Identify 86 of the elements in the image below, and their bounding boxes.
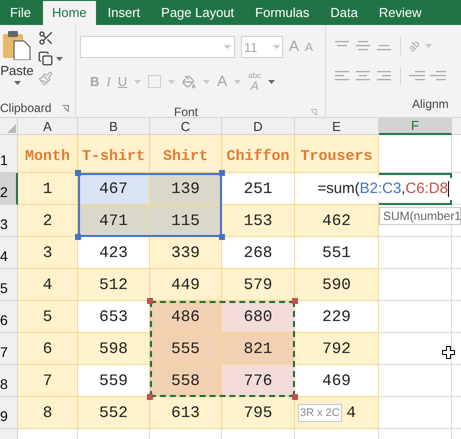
table-cell: 6 [18, 333, 78, 365]
launcher-icon[interactable] [62, 104, 69, 112]
table-cell: 579 [222, 269, 295, 301]
ribbon-tab[interactable]: Insert [98, 1, 150, 25]
table-cell: 4 [18, 269, 78, 301]
middle-align-icon[interactable] [355, 39, 371, 53]
row-header[interactable]: 8 [0, 365, 18, 397]
table-cell: 590 [295, 269, 379, 301]
table-cell: 598 [78, 333, 150, 365]
increase-indent-icon[interactable] [430, 69, 446, 83]
row-header[interactable] [0, 429, 18, 439]
column-heading: T-shirt [78, 135, 150, 173]
row-header[interactable]: 2 [0, 173, 18, 205]
table-cell: 423 [78, 237, 150, 269]
align-center-icon[interactable] [355, 69, 371, 83]
caret-icon[interactable] [14, 81, 20, 85]
table-cell: 555 [150, 333, 222, 365]
row-header[interactable]: 3 [0, 205, 18, 237]
align-left-icon[interactable] [334, 69, 350, 83]
table-cell: 449 [150, 269, 222, 301]
table-cell: 653 [78, 301, 150, 333]
table-cell: 792 [295, 333, 379, 365]
move-cursor-icon [442, 346, 455, 358]
group-label: Font [174, 104, 198, 117]
ribbon-tab[interactable]: Data [321, 1, 367, 25]
table-cell: 339 [150, 237, 222, 269]
table-cell: 462 [295, 205, 379, 237]
table-cell: 8 [18, 397, 78, 429]
scissors-icon[interactable] [38, 30, 54, 46]
caret-icon[interactable] [268, 80, 276, 84]
select-all-icon[interactable] [7, 124, 16, 133]
font-name-field[interactable] [80, 36, 235, 58]
table-cell: 551 [295, 237, 379, 269]
table-cell: 471 [78, 205, 150, 237]
table-cell: 5 [18, 301, 78, 333]
row-header[interactable]: 1 [0, 135, 18, 173]
copy-icon[interactable] [38, 51, 53, 66]
paste-button[interactable]: Paste [0, 25, 34, 93]
table-cell: 7 [18, 365, 78, 397]
ribbon-tab[interactable]: File [1, 1, 40, 25]
table-cell: 3 [18, 237, 78, 269]
table-cell: 613 [150, 397, 222, 429]
table-cell: 2 [18, 205, 78, 237]
ribbon-tab[interactable]: Home [42, 1, 96, 25]
table-cell: 486 [150, 301, 222, 333]
cell-editor[interactable]: =sum(B2:C3,C6:D8 [316, 178, 452, 200]
column-heading: Month [18, 135, 78, 173]
table-cell: 467 [78, 173, 150, 205]
group-label: Alignm [412, 96, 449, 113]
row-header[interactable]: 5 [0, 269, 18, 301]
column-heading: Shirt [150, 135, 222, 173]
column-heading: Chiffon [222, 135, 295, 173]
table-cell: 559 [78, 365, 150, 397]
ribbon-tab[interactable]: Review [370, 1, 430, 25]
row-header[interactable]: 6 [0, 301, 18, 333]
column-header[interactable]: F [379, 118, 452, 135]
table-cell: 469 [295, 365, 379, 397]
group-label: Clipboard [0, 100, 52, 117]
ribbon-tab[interactable]: Formulas [246, 1, 318, 25]
table-cell: 153 [222, 205, 295, 237]
paint-bucket-icon[interactable] [182, 74, 196, 89]
table-cell: 821 [222, 333, 295, 365]
table-cell: 251 [222, 173, 295, 205]
table-cell: 115 [150, 205, 222, 237]
table-cell: 680 [222, 301, 295, 333]
column-heading: Trousers [295, 135, 379, 173]
decrease-indent-icon[interactable] [409, 69, 425, 83]
table-cell: 776 [222, 365, 295, 397]
row-header[interactable]: 7 [0, 333, 18, 365]
table-cell: 552 [78, 397, 150, 429]
caret-icon[interactable] [56, 56, 63, 60]
table-cell: 268 [222, 237, 295, 269]
table-cell: 558 [150, 365, 222, 397]
row-header[interactable]: 4 [0, 237, 18, 269]
table-cell: 795 [222, 397, 295, 429]
launcher-icon[interactable] [310, 108, 317, 116]
table-cell: 229 [295, 301, 379, 333]
table-cell: 1 [18, 173, 78, 205]
align-right-icon[interactable] [376, 69, 392, 83]
table-cell: 512 [78, 269, 150, 301]
borders-icon[interactable] [148, 75, 162, 88]
row-header[interactable]: 9 [0, 397, 18, 429]
size-tooltip: 3R x 2C [298, 404, 342, 422]
function-tooltip: SUM(number1 [379, 207, 461, 225]
ribbon-tab[interactable]: Page Layout [152, 1, 244, 25]
table-cell: 139 [150, 173, 222, 205]
